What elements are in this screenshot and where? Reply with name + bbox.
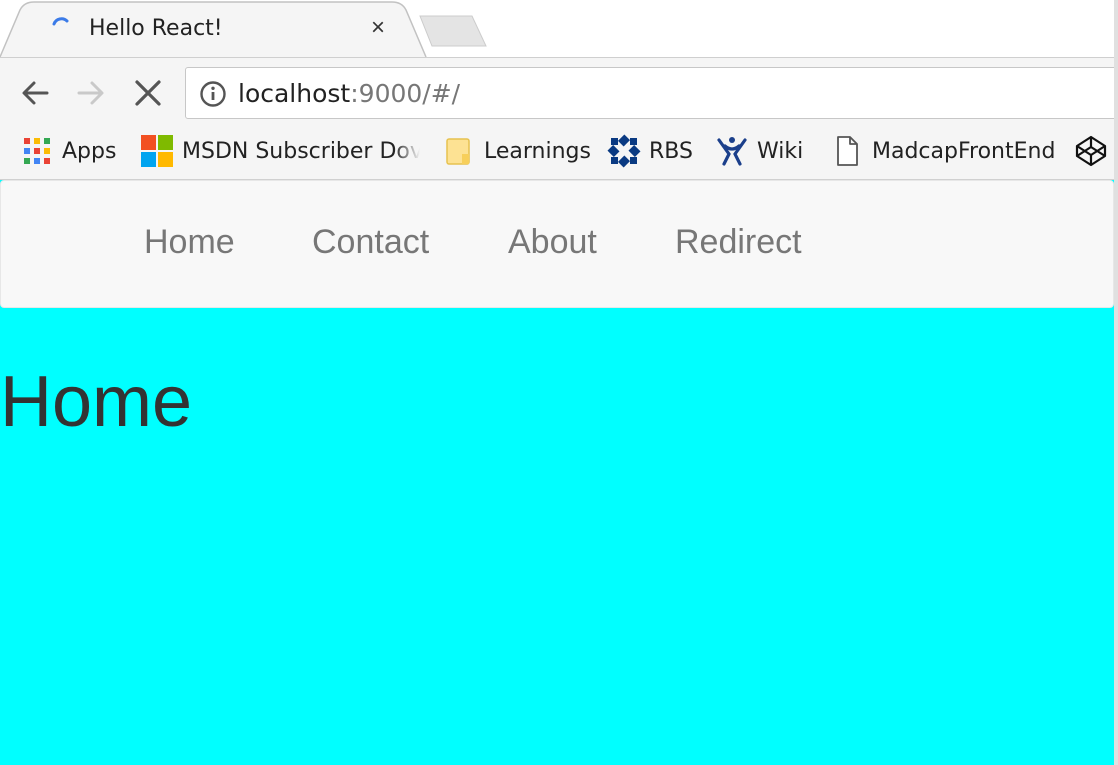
address-url: localhost:9000/#/ [238,79,460,109]
address-bar[interactable]: localhost:9000/#/ [185,67,1118,119]
nav-link-contact[interactable]: Contact [312,222,429,262]
bookmark-wiki[interactable]: Wiki [715,123,803,179]
browser-toolbar: localhost:9000/#/ [0,57,1118,124]
bookmark-label: Learnings [484,138,591,164]
window-edge [1114,0,1118,765]
bookmark-label: MadcapFrontEnd [872,138,1056,164]
rbs-logo-icon [607,134,641,168]
browser-tab[interactable]: Hello React! × [0,0,440,58]
bookmark-codepen[interactable] [1074,123,1116,179]
page-icon [837,136,858,166]
apps-grid-icon [24,138,50,164]
bookmarks-bar: Apps MSDN Subscriber Dov Learnings RBS W… [0,123,1118,180]
back-button[interactable] [19,76,53,110]
bookmark-madcapfrontend[interactable]: MadcapFrontEnd [830,123,1055,179]
bookmark-label: Wiki [757,138,804,164]
site-navbar: Home Contact About Redirect [0,180,1114,308]
bookmark-label: RBS [649,138,693,164]
bookmark-learnings[interactable]: Learnings [442,123,591,179]
codepen-icon [1075,135,1107,167]
new-tab-button[interactable] [418,14,488,48]
page-content: Home Contact About Redirect Home [0,180,1118,765]
bookmark-label: Apps [62,138,117,164]
info-icon[interactable] [199,80,227,108]
tab-strip: Hello React! × [0,0,1118,58]
stop-button[interactable] [131,76,165,110]
wiki-logo-icon [717,137,747,166]
tab-title: Hello React! [89,16,223,41]
page-heading: Home [0,362,193,442]
label-fade [394,123,420,179]
microsoft-logo-icon [141,135,173,167]
bookmark-rbs[interactable]: RBS [607,123,693,179]
url-host: localhost [238,79,351,108]
nav-link-home[interactable]: Home [144,222,235,262]
url-path: :9000/#/ [350,79,461,108]
tab-close-button[interactable]: × [364,14,392,42]
folder-icon [446,138,470,165]
bookmark-msdn[interactable]: MSDN Subscriber Dov [140,123,420,179]
bookmark-apps[interactable]: Apps [20,123,116,179]
spinner-icon [52,17,69,26]
forward-button[interactable] [74,76,108,110]
nav-link-redirect[interactable]: Redirect [675,222,802,262]
bookmark-label: MSDN Subscriber Dov [182,138,420,164]
nav-link-about[interactable]: About [508,222,597,262]
